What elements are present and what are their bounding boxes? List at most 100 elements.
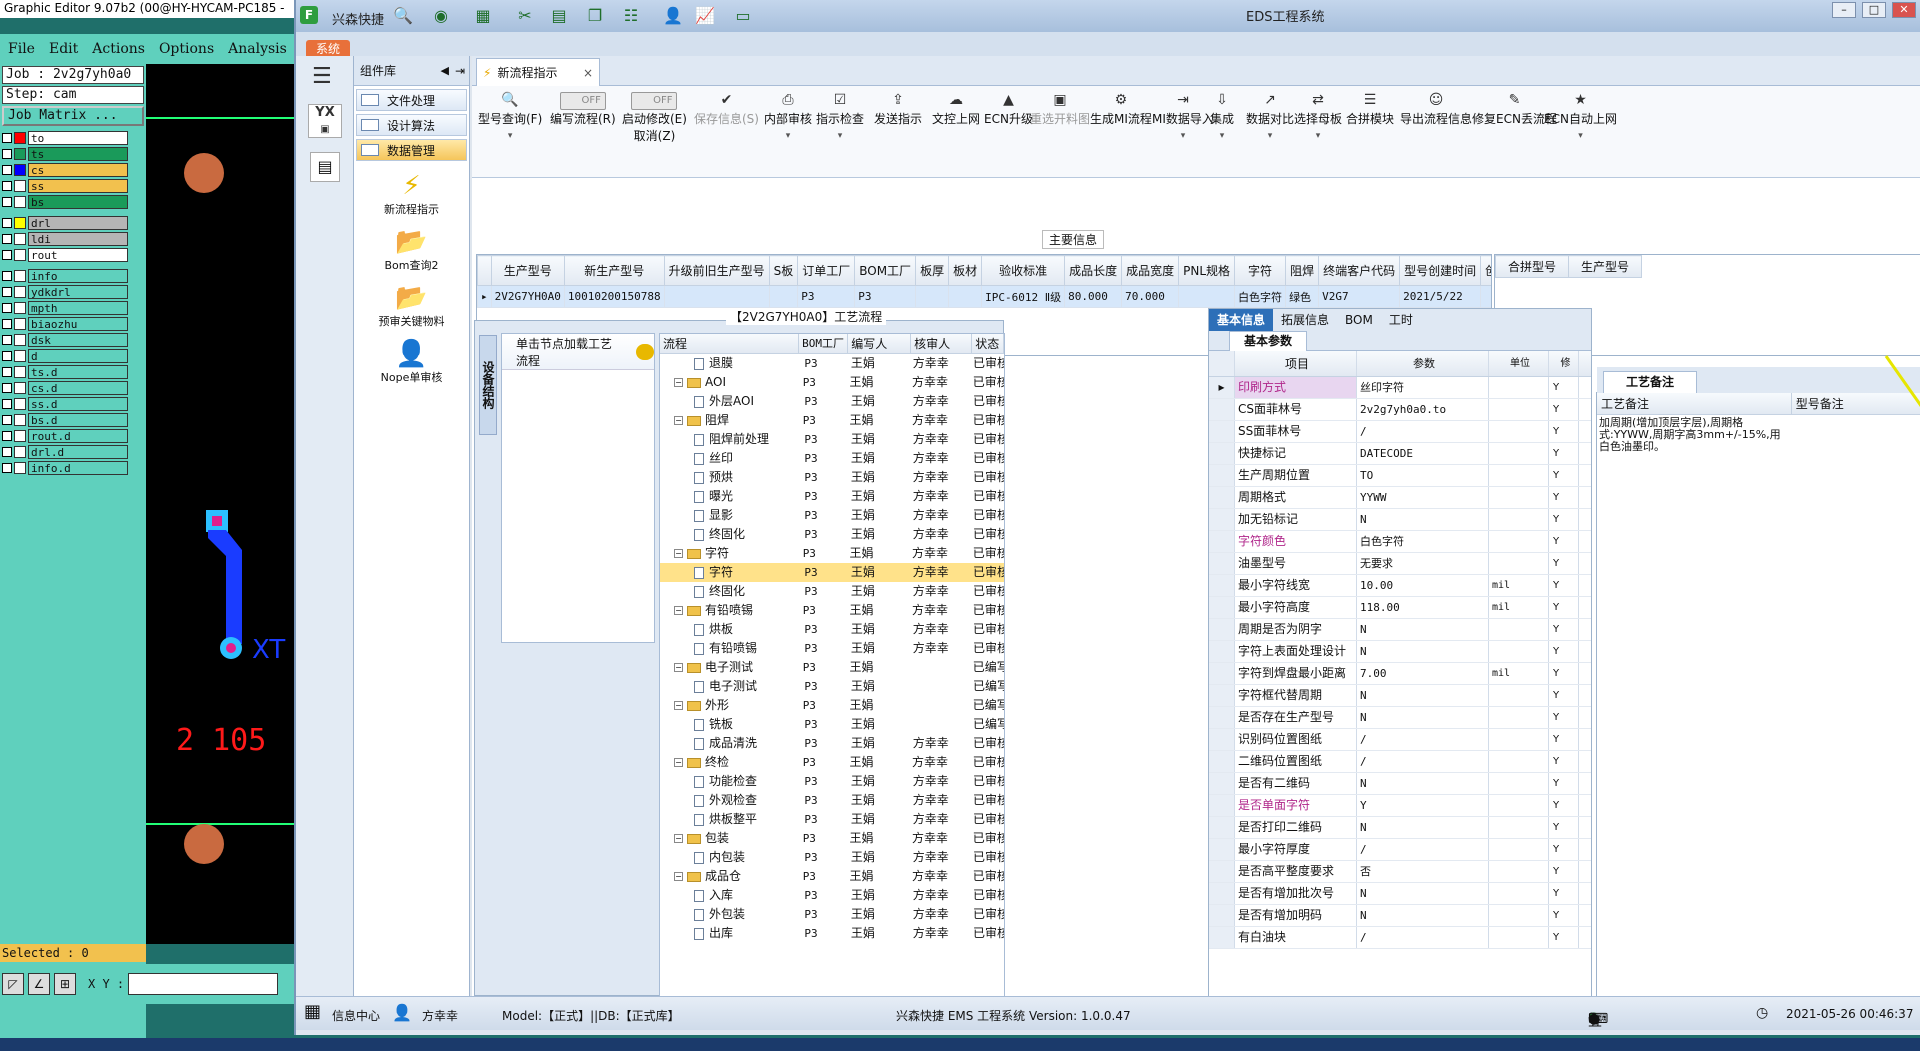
ge-layer-row[interactable]: cs xyxy=(2,162,146,178)
complib-item-1[interactable]: 文件处理 xyxy=(356,89,467,111)
ge-menu-options[interactable]: Options xyxy=(159,41,214,57)
tree-node[interactable]: 外观检查 xyxy=(660,791,802,810)
grid-cell[interactable]: 80.000 xyxy=(1064,285,1123,308)
tree-row[interactable]: 外层AOI P3 王娟 方幸幸 已审核 xyxy=(660,392,1004,411)
ime-settings-icon[interactable]: ✣ xyxy=(1588,1011,1600,1027)
tree-node[interactable]: − AOI xyxy=(660,373,801,392)
param-row[interactable]: CS面菲林号 2v2g7yh0a0.to Y xyxy=(1209,399,1591,421)
chevron-down-icon[interactable]: ▾ xyxy=(1544,131,1617,141)
complib-tool-2[interactable]: 📂 Bom查询2 xyxy=(354,227,469,273)
tree-col-header[interactable]: 核审人 xyxy=(911,334,973,353)
close-button[interactable]: ✕ xyxy=(1892,2,1916,18)
grid-header-6[interactable]: BOM工厂 xyxy=(854,255,917,286)
tree-node[interactable]: 成品清洗 xyxy=(660,734,802,753)
param-row[interactable]: 是否有二维码 N Y xyxy=(1209,773,1591,795)
collapse-left-icon[interactable]: ◀ xyxy=(440,64,448,77)
grid-cell[interactable] xyxy=(915,285,950,308)
tree-row[interactable]: 终固化 P3 王娟 方幸幸 已审核 xyxy=(660,582,1004,601)
layer-checkbox[interactable] xyxy=(2,287,12,297)
param-row[interactable]: SS面菲林号 / Y xyxy=(1209,421,1591,443)
complib-item-3[interactable]: 数据管理 xyxy=(356,139,467,161)
tree-row[interactable]: 显影 P3 王娟 方幸幸 已审核 xyxy=(660,506,1004,525)
grid-cell[interactable]: 绿色 xyxy=(1285,285,1320,308)
grid-cell[interactable] xyxy=(1480,285,1491,308)
param-value[interactable]: N xyxy=(1357,883,1489,904)
grid-header-2[interactable]: 新生产型号 xyxy=(563,255,665,286)
ribbon-button-1[interactable]: 🔍 型号查询(F) ▾ xyxy=(478,92,542,141)
complib-tool-3[interactable]: 📂 预审关键物料 xyxy=(354,283,469,329)
layer-checkbox[interactable] xyxy=(2,431,12,441)
layer-checkbox[interactable] xyxy=(2,447,12,457)
minimize-button[interactable]: – xyxy=(1832,2,1856,18)
chevron-down-icon[interactable]: ▾ xyxy=(764,131,812,141)
layer-checkbox[interactable] xyxy=(2,149,12,159)
tree-node[interactable]: 内包装 xyxy=(660,848,802,867)
param-value[interactable]: / xyxy=(1357,421,1489,442)
tree-node[interactable]: 入库 xyxy=(660,886,802,905)
complib-tool-4[interactable]: 👤 Nope单审核 xyxy=(354,339,469,385)
ribbon-button-8[interactable]: ☁ 文控上网 xyxy=(932,92,980,127)
layer-checkbox[interactable] xyxy=(2,383,12,393)
param-row[interactable]: 周期格式 YYWW Y xyxy=(1209,487,1591,509)
ge-layer-row[interactable]: bs.d xyxy=(2,412,146,428)
ge-layer-row[interactable]: info.d xyxy=(2,460,146,476)
layer-checkbox[interactable] xyxy=(2,367,12,377)
ge-layer-row[interactable]: dsk xyxy=(2,332,146,348)
collapse-icon[interactable]: − xyxy=(674,834,683,843)
grid-header-1[interactable]: 生产型号 xyxy=(490,255,565,286)
tree-row[interactable]: 外包装 P3 王娟 方幸幸 已审核 xyxy=(660,905,1004,924)
ribbon-button-13[interactable]: ⇩ 集成 ▾ xyxy=(1210,92,1234,141)
grid-header-7[interactable]: 板厚 xyxy=(915,255,950,286)
param-value[interactable]: N xyxy=(1357,619,1489,640)
collapse-icon[interactable]: − xyxy=(674,606,683,615)
param-value[interactable]: 白色字符 xyxy=(1357,531,1489,552)
ribbon-button-12[interactable]: ⇥ MI数据导入 ▾ xyxy=(1152,92,1214,141)
tree-row[interactable]: − AOI P3 王娟 方幸幸 已审核 xyxy=(660,373,1004,392)
info-center-label[interactable]: 信息中心 xyxy=(332,1007,380,1024)
tree-node[interactable]: 烘板整平 xyxy=(660,810,802,829)
param-row[interactable]: 字符到焊盘最小距离 7.00 mil Y xyxy=(1209,663,1591,685)
param-value[interactable]: / xyxy=(1357,729,1489,750)
grid-cell[interactable]: 白色字符 xyxy=(1234,285,1287,308)
layer-checkbox[interactable] xyxy=(2,165,12,175)
ge-layer-row[interactable]: ts xyxy=(2,146,146,162)
tree-node[interactable]: − 终检 xyxy=(660,753,801,772)
param-row[interactable]: 最小字符高度 118.00 mil Y xyxy=(1209,597,1591,619)
layer-checkbox[interactable] xyxy=(2,271,12,281)
toggle-switch[interactable]: OFF xyxy=(631,92,678,110)
tree-row[interactable]: 丝印 P3 王娟 方幸幸 已审核 xyxy=(660,449,1004,468)
yx-module-icon[interactable]: YX ▣ xyxy=(308,104,342,138)
param-row[interactable]: 生产周期位置 TO Y xyxy=(1209,465,1591,487)
layer-checkbox[interactable] xyxy=(2,133,12,143)
tab-close-icon[interactable]: × xyxy=(583,66,593,80)
ge-layer-row[interactable]: bs xyxy=(2,194,146,210)
tab-process-notes[interactable]: 工艺备注 xyxy=(1603,371,1698,393)
param-row[interactable]: 油墨型号 无要求 Y xyxy=(1209,553,1591,575)
tree-row[interactable]: 出库 P3 王娟 方幸幸 已审核 xyxy=(660,924,1004,943)
tree-row[interactable]: − 外形 P3 王娟 已编写 xyxy=(660,696,1004,715)
layer-checkbox[interactable] xyxy=(2,218,12,228)
search-icon[interactable]: 🔍 xyxy=(392,6,414,26)
tree-row[interactable]: 内包装 P3 王娟 方幸幸 已审核 xyxy=(660,848,1004,867)
tree-row[interactable]: 烘板 P3 王娟 方幸幸 已审核 xyxy=(660,620,1004,639)
ge-layer-row[interactable]: info xyxy=(2,268,146,284)
tree-node[interactable]: 阻焊前处理 xyxy=(660,430,802,449)
param-value[interactable]: N xyxy=(1357,817,1489,838)
grid-cell[interactable]: V2G7 xyxy=(1318,285,1401,308)
tree-node[interactable]: − 外形 xyxy=(660,696,801,715)
param-row[interactable]: 是否有增加明码 N Y xyxy=(1209,905,1591,927)
param-value[interactable]: 丝印字符 xyxy=(1357,377,1489,398)
layer-checkbox[interactable] xyxy=(2,303,12,313)
tree-row[interactable]: 退膜 P3 王娟 方幸幸 已审核 xyxy=(660,354,1004,373)
tree-node[interactable]: 出库 xyxy=(660,924,802,943)
ribbon-button-11[interactable]: ⚙ 生成MI流程 xyxy=(1090,92,1152,127)
tree-node[interactable]: 字符 xyxy=(660,563,802,582)
scissors-icon[interactable]: ✂ xyxy=(514,6,536,26)
param-value[interactable]: N xyxy=(1357,509,1489,530)
param-col-header[interactable]: 项目 xyxy=(1235,351,1357,376)
ge-menu-edit[interactable]: Edit xyxy=(49,41,78,57)
tree-node[interactable]: 预烘 xyxy=(660,468,802,487)
tab-basic-params[interactable]: 基本参数 xyxy=(1229,331,1308,351)
ribbon-button-10[interactable]: ▣ 重选开料图 xyxy=(1030,92,1090,127)
collapse-icon[interactable]: − xyxy=(674,872,683,881)
